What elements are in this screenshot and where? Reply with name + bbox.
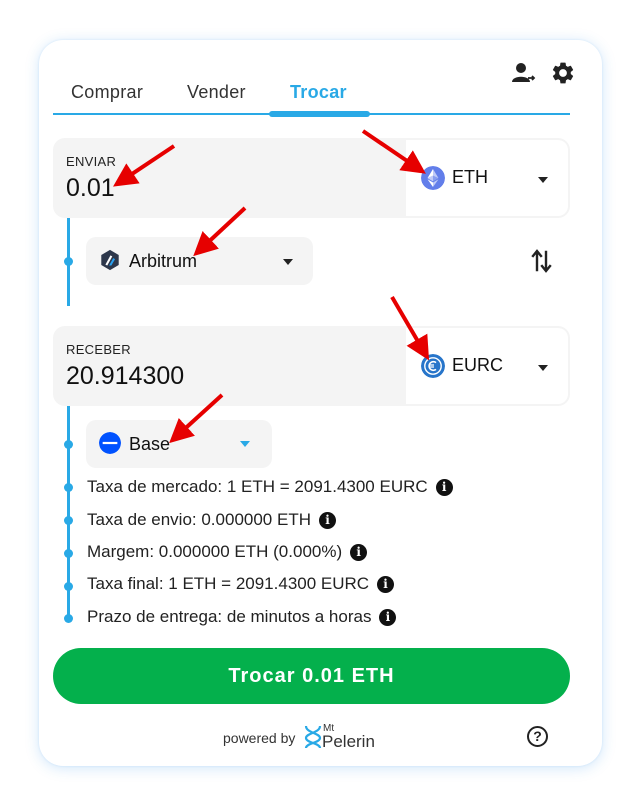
receive-currency-select[interactable]: EURC [406,328,568,404]
mt-pelerin-logo-icon [304,725,322,749]
receive-label: RECEBER [66,342,131,357]
market-rate-text: Taxa de mercado: 1 ETH = 2091.4300 EURC [87,477,428,496]
send-currency-select[interactable]: ETH [406,140,568,216]
timeline-dot [64,257,73,266]
chevron-down-icon [283,259,293,265]
final-rate-text: Taxa final: 1 ETH = 2091.4300 EURC [87,574,370,593]
info-icon[interactable]: i [377,575,395,593]
eth-icon [421,166,445,190]
timeline-dot [64,549,73,558]
swap-submit-button[interactable]: Trocar 0.01 ETH [53,648,570,704]
receive-currency-label: EURC [452,355,504,375]
brand-name-label: Pelerin [322,732,375,751]
info-icon[interactable]: i [318,511,336,529]
eurc-icon [421,354,445,378]
send-fee-row: Taxa de envio: 0.000000 ETH i [87,510,336,530]
tab-comprar[interactable]: Comprar [71,82,143,103]
gear-icon[interactable] [550,60,576,86]
send-currency-label: ETH [452,167,488,187]
help-icon[interactable]: ? [527,726,548,747]
powered-by-label: powered by [223,730,296,746]
final-rate-row: Taxa final: 1 ETH = 2091.4300 EURC i [87,574,395,594]
delivery-time-text: Prazo de entrega: de minutos a horas [87,607,372,626]
base-icon [99,432,121,454]
active-tab-indicator [269,111,370,117]
timeline-dot [64,582,73,591]
market-rate-row: Taxa de mercado: 1 ETH = 2091.4300 EURC … [87,477,453,497]
arbitrum-icon [101,249,119,271]
timeline-dot [64,440,73,449]
delivery-time-row: Prazo de entrega: de minutos a horas i [87,607,397,627]
timeline-dot [64,516,73,525]
send-amount-input[interactable]: 0.01 [66,174,115,203]
chevron-down-icon [538,365,548,371]
margin-text: Margem: 0.000000 ETH (0.000%) [87,542,343,561]
send-label: ENVIAR [66,154,117,169]
send-network-select[interactable]: Arbitrum [86,237,313,285]
swap-arrows-icon[interactable] [530,248,554,274]
chevron-down-icon [538,177,548,183]
chevron-down-icon [240,441,250,447]
info-icon[interactable]: i [350,543,368,561]
receive-network-select[interactable]: Base [86,420,272,468]
receive-network-label: Base [129,434,171,454]
timeline-dot [64,614,73,623]
tab-vender[interactable]: Vender [187,82,246,103]
receive-amount-value: 20.914300 [66,362,185,390]
info-icon[interactable]: i [379,608,397,626]
send-amount-box: ENVIAR 0.01 ETH [53,138,570,218]
margin-row: Margem: 0.000000 ETH (0.000%) i [87,542,368,562]
tab-trocar[interactable]: Trocar [290,82,347,103]
timeline-dot [64,483,73,492]
send-network-label: Arbitrum [129,251,198,271]
receive-amount-box: RECEBER 20.914300 EURC [53,326,570,406]
user-switch-icon[interactable] [510,60,536,86]
send-fee-text: Taxa de envio: 0.000000 ETH [87,510,311,529]
info-icon[interactable]: i [435,478,453,496]
